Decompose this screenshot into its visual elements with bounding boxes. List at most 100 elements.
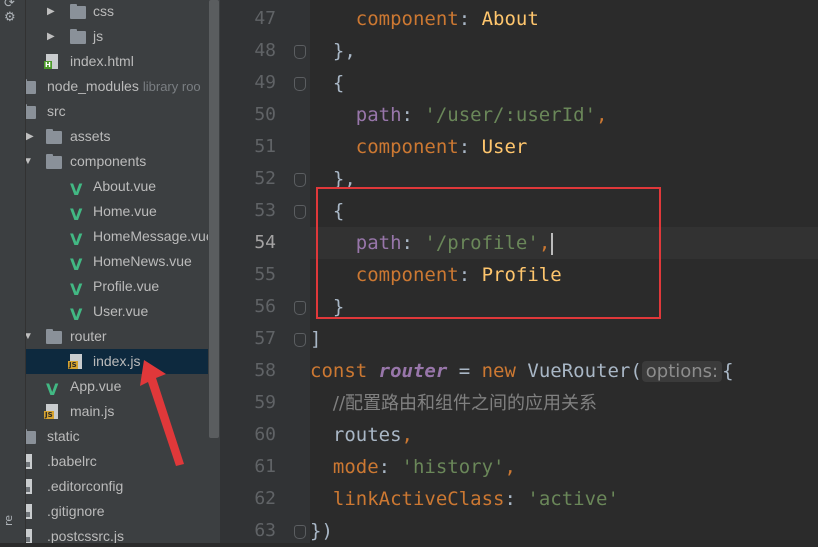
tree-item-postcssrc-js[interactable]: .postcssrc.js: [26, 524, 208, 543]
tree-item-label: HomeMessage.vue: [93, 228, 208, 244]
code-line[interactable]: routes,: [310, 419, 413, 451]
tool-window-label[interactable]: re: [2, 515, 15, 526]
gear-icon[interactable]: ⚙: [4, 10, 16, 25]
tree-item-label: .gitignore: [47, 503, 105, 519]
code-token: VueRouter(: [527, 360, 642, 382]
tree-item-label: router: [70, 328, 107, 344]
tree-item-home-vue[interactable]: V Home.vue: [26, 199, 208, 224]
code-line[interactable]: }): [310, 515, 333, 547]
chevron-right-icon[interactable]: ▶: [47, 0, 57, 24]
chevron-right-icon[interactable]: ▶: [47, 24, 57, 49]
tree-item-homemessage-vue[interactable]: V HomeMessage.vue: [26, 224, 208, 249]
code-token: },: [332, 40, 356, 62]
vue-file-icon: V: [70, 230, 83, 249]
line-number: 61: [254, 456, 276, 477]
code-line[interactable]: path: '/user/:userId',: [310, 99, 608, 131]
code-line[interactable]: {: [310, 67, 344, 99]
line-number: 55: [254, 264, 276, 285]
html-file-icon: H: [44, 53, 62, 70]
fold-marker-icon[interactable]: [294, 45, 306, 59]
tree-item-homenews-vue[interactable]: V HomeNews.vue: [26, 249, 208, 274]
config-file-icon: [26, 478, 36, 495]
code-line[interactable]: const router = new VueRouter(options:{: [310, 355, 734, 387]
line-number: 50: [254, 104, 276, 125]
code-token: :: [504, 488, 528, 510]
tree-item-label: main.js: [70, 403, 115, 419]
code-token: {: [722, 360, 734, 382]
code-line[interactable]: //配置路由和组件之间的应用关系: [310, 387, 597, 419]
code-line[interactable]: component: User: [310, 131, 528, 163]
tree-item-router[interactable]: ▼ router: [26, 324, 208, 349]
tree-item-index-html[interactable]: Hindex.html: [26, 49, 208, 74]
tree-item-src[interactable]: src: [26, 99, 208, 124]
code-token: routes: [332, 424, 402, 446]
tree-item-js[interactable]: ▶ js: [26, 24, 208, 49]
chevron-right-icon[interactable]: ▶: [26, 124, 36, 149]
code-line[interactable]: },: [310, 35, 356, 67]
code-line[interactable]: linkActiveClass: 'active': [310, 483, 619, 515]
tree-item-label: node_modules: [47, 78, 139, 94]
chevron-down-icon[interactable]: ▼: [26, 149, 33, 174]
folder-icon: [70, 28, 86, 45]
tree-item-label: css: [93, 3, 114, 19]
vue-file-icon: V: [70, 205, 83, 224]
line-number: 49: [254, 72, 276, 93]
tool-window-strip: ⟳ ⚙ re: [0, 0, 26, 543]
fold-marker-icon[interactable]: [294, 525, 306, 539]
config-file-icon: [26, 453, 36, 470]
folder-icon: [26, 428, 36, 445]
code-token: :: [458, 8, 482, 30]
tree-item-about-vue[interactable]: V About.vue: [26, 174, 208, 199]
code-token: ]: [310, 328, 322, 350]
tree-item-components[interactable]: ▼ components: [26, 149, 208, 174]
fold-marker-icon[interactable]: [294, 333, 306, 347]
line-number: 57: [254, 328, 276, 349]
tree-item-gitignore[interactable]: .gitignore: [26, 499, 208, 524]
chevron-down-icon[interactable]: ▼: [26, 324, 33, 349]
code-line[interactable]: ]: [310, 323, 321, 355]
fold-marker-icon[interactable]: [294, 301, 306, 315]
fold-marker-icon[interactable]: [294, 77, 306, 91]
code-token: const: [310, 360, 379, 382]
code-token: path: [355, 104, 402, 126]
code-token: component: [355, 136, 459, 158]
tree-item-assets[interactable]: ▶ assets: [26, 124, 208, 149]
folder-icon: [26, 78, 36, 95]
vue-file-icon: V: [46, 380, 59, 399]
line-number: 53: [254, 200, 276, 221]
tree-item-node-modules[interactable]: node_modules library roo: [26, 74, 208, 99]
line-number: 60: [254, 424, 276, 445]
line-number: 48: [254, 40, 276, 61]
config-file-icon: [26, 503, 36, 520]
tree-item-hint: library roo: [142, 79, 201, 94]
vue-file-icon: V: [70, 255, 83, 274]
tree-item-user-vue[interactable]: V User.vue: [26, 299, 208, 324]
code-token: //配置路由和组件之间的应用关系: [332, 393, 598, 414]
tree-item-label: .editorconfig: [47, 478, 124, 494]
tree-item-label: components: [70, 153, 147, 169]
tree-item-profile-vue[interactable]: V Profile.vue: [26, 274, 208, 299]
js-file-icon: JS: [68, 353, 86, 370]
tree-item-label: .babelrc: [47, 453, 97, 469]
fold-marker-icon[interactable]: [294, 205, 306, 219]
code-token: router: [378, 360, 448, 382]
project-tree-scrollbar[interactable]: [208, 0, 220, 543]
code-line[interactable]: mode: 'history',: [310, 451, 516, 483]
tree-item-css[interactable]: ▶ css: [26, 0, 208, 24]
scrollbar-thumb[interactable]: [209, 0, 219, 438]
vue-file-icon: V: [70, 280, 83, 299]
fold-marker-icon[interactable]: [294, 173, 306, 187]
tree-item-label: index.html: [70, 53, 134, 69]
code-token: =: [447, 360, 482, 382]
line-number: 47: [254, 8, 276, 29]
code-token: About: [481, 8, 539, 30]
line-number: 51: [254, 136, 276, 157]
red-arrow-annotation: [140, 360, 184, 466]
parameter-hint: options:: [641, 361, 723, 382]
tree-item-editorconfig[interactable]: .editorconfig: [26, 474, 208, 499]
code-line[interactable]: component: About: [310, 3, 539, 35]
